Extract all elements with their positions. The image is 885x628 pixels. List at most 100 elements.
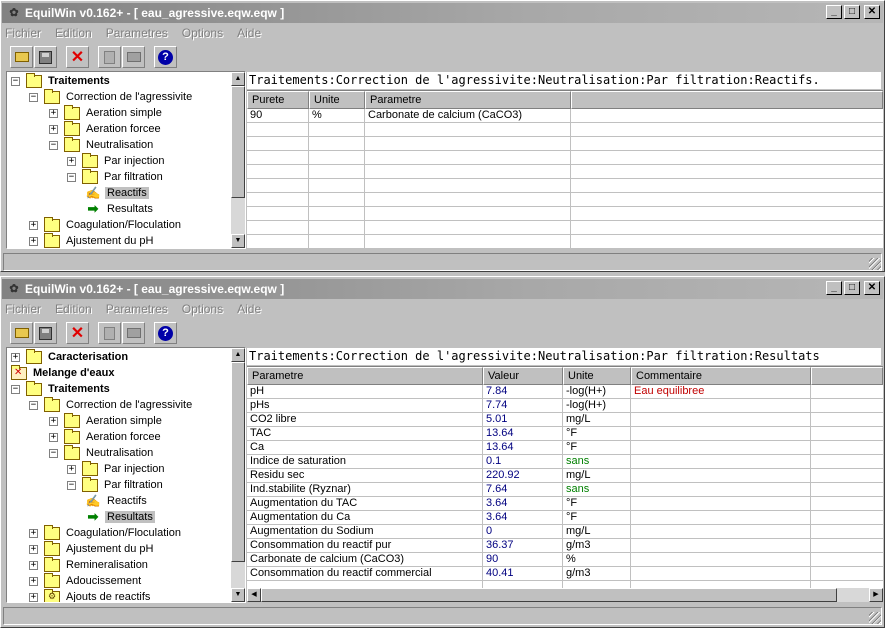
table-cell[interactable]: 13.64 (483, 441, 563, 455)
tree-node[interactable]: + Par injection (67, 152, 167, 169)
column-header-purete[interactable]: Purete (247, 91, 309, 109)
tree-view[interactable]: − Traitements − Correction de l'agressivite… (6, 71, 246, 249)
collapse-icon[interactable]: − (11, 76, 20, 86)
column-header-unite[interactable]: Unite (563, 367, 631, 385)
table-cell[interactable]: 36.37 (483, 539, 563, 553)
menu-parametres[interactable]: Parametres (106, 24, 168, 42)
expand-icon[interactable]: + (49, 416, 58, 426)
table-cell[interactable]: 0 (483, 525, 563, 539)
expand-icon[interactable]: + (67, 464, 76, 474)
expand-icon[interactable]: + (29, 528, 38, 538)
print-button[interactable] (122, 322, 145, 344)
horizontal-scroll-thumb[interactable] (261, 588, 837, 602)
delete-button[interactable]: ✕ (66, 322, 89, 344)
table-cell[interactable]: °F (563, 511, 631, 525)
table-cell[interactable] (631, 441, 811, 455)
tree-node[interactable]: Melange d'eaux (11, 364, 116, 381)
close-button[interactable]: ✕ (864, 281, 880, 295)
table-cell[interactable] (247, 137, 309, 151)
table-cell[interactable] (309, 151, 365, 165)
save-button[interactable] (34, 46, 57, 68)
tree-node[interactable]: + Caracterisation (11, 348, 130, 365)
table-cell[interactable]: mg/L (563, 413, 631, 427)
column-header-parametre[interactable]: Parametre (365, 91, 571, 109)
table-cell[interactable] (309, 165, 365, 179)
table-cell[interactable]: Consommation du reactif commercial (247, 567, 483, 581)
scroll-down-arrow[interactable]: ▼ (231, 588, 245, 602)
table-cell[interactable] (247, 581, 483, 588)
tree-node[interactable]: + Par injection (67, 460, 167, 477)
document-button[interactable] (98, 46, 121, 68)
table-cell[interactable]: g/m3 (563, 567, 631, 581)
expand-icon[interactable]: + (29, 220, 38, 230)
delete-button[interactable]: ✕ (66, 46, 89, 68)
table-cell[interactable]: 220.92 (483, 469, 563, 483)
table-cell[interactable]: Consommation du reactif pur (247, 539, 483, 553)
collapse-icon[interactable]: − (67, 480, 76, 490)
tree-node[interactable]: − Traitements (11, 380, 112, 397)
table-cell[interactable] (247, 123, 309, 137)
tree-node[interactable]: + Coagulation/Floculation (29, 524, 183, 541)
expand-icon[interactable]: + (11, 352, 20, 362)
close-button[interactable]: ✕ (864, 5, 880, 19)
table-cell[interactable] (247, 151, 309, 165)
expand-icon[interactable]: + (67, 156, 76, 166)
table-cell[interactable] (631, 413, 811, 427)
column-header-commentaire[interactable]: Commentaire (631, 367, 811, 385)
tree-node[interactable]: + Aeration forcee (49, 428, 163, 445)
table-cell[interactable]: Carbonate de calcium (CaCO3) (365, 109, 571, 123)
table-cell[interactable] (631, 455, 811, 469)
table-cell[interactable]: 7.74 (483, 399, 563, 413)
table-cell[interactable]: 7.64 (483, 483, 563, 497)
table-cell[interactable] (309, 137, 365, 151)
table-cell[interactable] (365, 151, 571, 165)
scroll-left-arrow[interactable]: ◀ (247, 588, 261, 602)
table-cell[interactable] (631, 469, 811, 483)
menu-options[interactable]: Options (182, 24, 223, 42)
expand-icon[interactable]: + (29, 592, 38, 602)
table-cell[interactable]: Residu sec (247, 469, 483, 483)
menu-fichier[interactable]: Fichier (5, 24, 41, 42)
table-cell[interactable]: % (309, 109, 365, 123)
table-cell[interactable]: g/m3 (563, 539, 631, 553)
expand-icon[interactable]: + (49, 432, 58, 442)
table-cell[interactable] (365, 165, 571, 179)
table-cell[interactable]: 7.84 (483, 385, 563, 399)
expand-icon[interactable]: + (49, 108, 58, 118)
table-cell[interactable] (247, 235, 309, 249)
expand-icon[interactable]: + (29, 576, 38, 586)
table-cell[interactable]: sans (563, 483, 631, 497)
menu-options[interactable]: Options (182, 300, 223, 318)
menu-fichier[interactable]: Fichier (5, 300, 41, 318)
tree-node[interactable]: ➡ Resultats (85, 201, 155, 217)
expand-icon[interactable]: + (29, 236, 38, 246)
table-cell[interactable] (365, 137, 571, 151)
tree-node[interactable]: + Aeration simple (49, 412, 164, 429)
table-cell[interactable] (631, 483, 811, 497)
column-header-valeur[interactable]: Valeur (483, 367, 563, 385)
table-cell[interactable] (309, 235, 365, 249)
document-button[interactable] (98, 322, 121, 344)
table-cell[interactable]: TAC (247, 427, 483, 441)
tree-node[interactable]: − Neutralisation (49, 136, 155, 153)
table-cell[interactable] (247, 221, 309, 235)
table-cell[interactable]: 40.41 (483, 567, 563, 581)
minimize-button[interactable]: _ (826, 281, 842, 295)
tree-node[interactable]: + Aeration simple (49, 104, 164, 121)
table-cell[interactable] (365, 179, 571, 193)
table-cell[interactable]: pHs (247, 399, 483, 413)
collapse-icon[interactable]: − (29, 400, 38, 410)
grid-horizontal-scrollbar[interactable]: ◀ ▶ (247, 588, 883, 602)
table-cell[interactable]: 5.01 (483, 413, 563, 427)
scroll-up-arrow[interactable]: ▲ (231, 348, 245, 362)
table-cell[interactable] (247, 165, 309, 179)
print-button[interactable] (122, 46, 145, 68)
collapse-icon[interactable]: − (67, 172, 76, 182)
table-cell[interactable]: % (563, 553, 631, 567)
table-cell[interactable] (631, 581, 811, 588)
scroll-thumb[interactable] (231, 86, 245, 198)
table-cell[interactable]: 0.1 (483, 455, 563, 469)
minimize-button[interactable]: _ (826, 5, 842, 19)
tree-vertical-scrollbar[interactable]: ▲ ▼ (231, 348, 245, 602)
table-cell[interactable] (365, 193, 571, 207)
